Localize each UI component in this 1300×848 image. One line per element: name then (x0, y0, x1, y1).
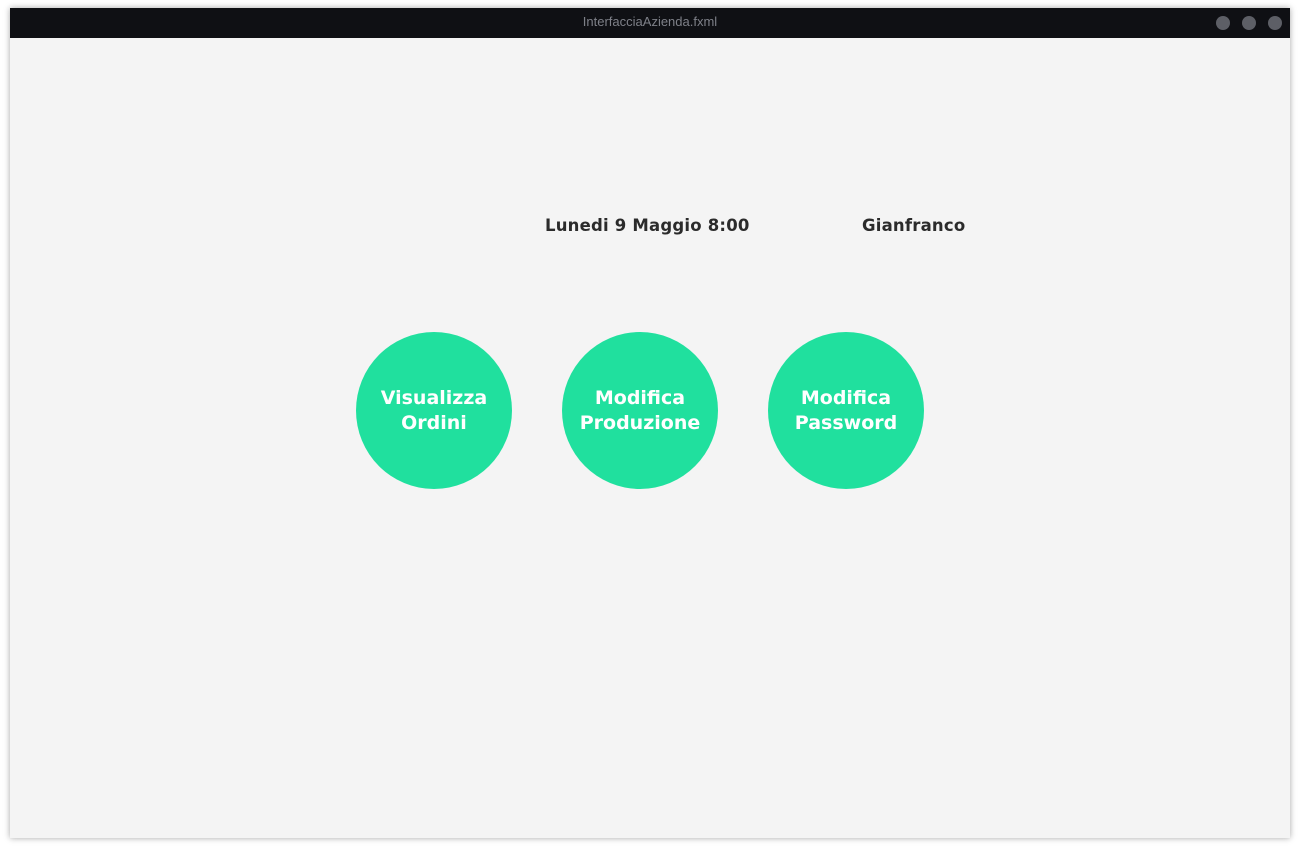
minimize-icon[interactable] (1216, 16, 1230, 30)
edit-password-label: Modifica Password (794, 386, 898, 434)
maximize-icon[interactable] (1242, 16, 1256, 30)
edit-production-label: Modifica Produzione (579, 386, 701, 434)
view-orders-button[interactable]: Visualizza Ordini (356, 332, 512, 489)
title-bar[interactable]: InterfacciaAzienda.fxml (10, 8, 1290, 38)
main-content: Lunedi 9 Maggio 8:00 Gianfranco Visualiz… (10, 38, 1290, 838)
close-icon[interactable] (1268, 16, 1282, 30)
edit-production-button[interactable]: Modifica Produzione (562, 332, 718, 489)
window-controls (1216, 16, 1282, 30)
app-window: InterfacciaAzienda.fxml Lunedi 9 Maggio … (10, 8, 1290, 838)
edit-password-button[interactable]: Modifica Password (768, 332, 924, 489)
date-time-label: Lunedi 9 Maggio 8:00 (545, 216, 750, 235)
view-orders-label: Visualizza Ordini (380, 386, 488, 434)
window-title: InterfacciaAzienda.fxml (582, 14, 718, 29)
user-name-label: Gianfranco (862, 216, 966, 235)
